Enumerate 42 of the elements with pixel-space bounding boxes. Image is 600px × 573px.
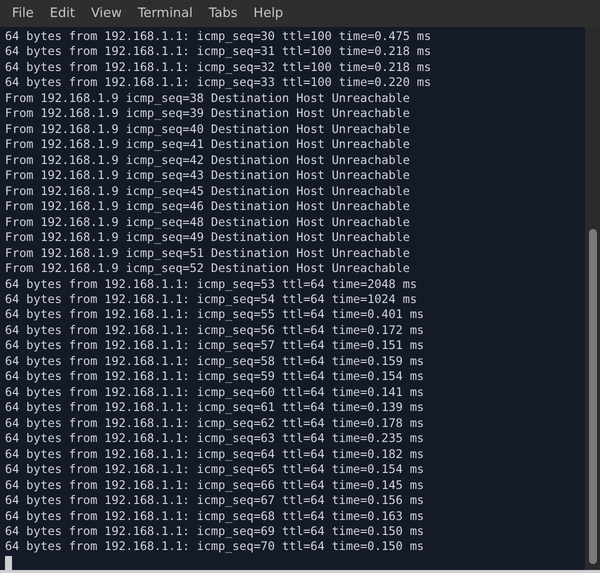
- output-line: 64 bytes from 192.168.1.1: icmp_seq=58 ttl=64 time=0.159 ms: [5, 354, 426, 370]
- output-line: From 192.168.1.9 icmp_seq=42 Destination Host Unreachable: [5, 152, 411, 168]
- output-line: 64 bytes from 192.168.1.1: icmp_seq=68 ttl=64 time=0.163 ms: [5, 508, 426, 524]
- output-line: 64 bytes from 192.168.1.1: icmp_seq=59 ttl=64 time=0.154 ms: [5, 369, 426, 385]
- menu-item[interactable]: Tabs: [200, 0, 246, 27]
- menu-item[interactable]: View: [82, 0, 130, 27]
- output-line: 64 bytes from 192.168.1.1: icmp_seq=61 ttl=64 time=0.139 ms: [5, 400, 426, 416]
- menu-item[interactable]: Help: [246, 0, 292, 27]
- output-line: 64 bytes from 192.168.1.1: icmp_seq=64 ttl=64 time=0.182 ms: [5, 446, 426, 462]
- menu-item[interactable]: Edit: [42, 0, 83, 27]
- output-line: From 192.168.1.9 icmp_seq=49 Destination Host Unreachable: [5, 230, 411, 246]
- output-line: From 192.168.1.9 icmp_seq=38 Destination Host Unreachable: [5, 90, 411, 106]
- output-line: 64 bytes from 192.168.1.1: icmp_seq=57 ttl=64 time=0.151 ms: [5, 338, 426, 354]
- output-line: From 192.168.1.9 icmp_seq=52 Destination Host Unreachable: [5, 261, 411, 276]
- output-line: 64 bytes from 192.168.1.1: icmp_seq=31 ttl=100 time=0.218 ms: [5, 44, 432, 60]
- output-line: 64 bytes from 192.168.1.1: icmp_seq=69 ttl=64 time=0.150 ms: [5, 524, 426, 540]
- output-line: 64 bytes from 192.168.1.1: icmp_seq=30 ttl=100 time=0.475 ms: [5, 29, 432, 44]
- menu-item[interactable]: Terminal: [130, 0, 201, 27]
- output-line: 64 bytes from 192.168.1.1: icmp_seq=54 ttl=64 time=1024 ms: [5, 292, 418, 308]
- output-line: 64 bytes from 192.168.1.1: icmp_seq=56 ttl=64 time=0.172 ms: [5, 322, 426, 338]
- output-line: 64 bytes from 192.168.1.1: icmp_seq=60 ttl=64 time=0.141 ms: [5, 384, 426, 400]
- output-line: From 192.168.1.9 icmp_seq=51 Destination Host Unreachable: [5, 246, 411, 262]
- output-line: 64 bytes from 192.168.1.1: icmp_seq=53 ttl=64 time=2048 ms: [5, 276, 418, 292]
- output-line: 64 bytes from 192.168.1.1: icmp_seq=32 ttl=100 time=0.218 ms: [5, 60, 432, 76]
- output-line: 64 bytes from 192.168.1.1: icmp_seq=62 ttl=64 time=0.178 ms: [5, 416, 426, 432]
- output-line: 64 bytes from 192.168.1.1: icmp_seq=70 ttl=64 time=0.150 ms: [5, 539, 426, 555]
- output-line: From 192.168.1.9 icmp_seq=39 Destination Host Unreachable: [5, 106, 411, 122]
- output-line: From 192.168.1.9 icmp_seq=41 Destination Host Unreachable: [5, 137, 411, 153]
- output-line: 64 bytes from 192.168.1.1: icmp_seq=33 ttl=100 time=0.220 ms: [5, 75, 432, 91]
- output-line: 64 bytes from 192.168.1.1: icmp_seq=67 ttl=64 time=0.156 ms: [5, 493, 426, 509]
- output-line: 64 bytes from 192.168.1.1: icmp_seq=63 ttl=64 time=0.235 ms: [5, 431, 426, 447]
- cursor: [5, 556, 12, 570]
- output-line: 64 bytes from 192.168.1.1: icmp_seq=66 ttl=64 time=0.145 ms: [5, 478, 426, 494]
- menu-item[interactable]: File: [4, 0, 42, 27]
- output-line: From 192.168.1.9 icmp_seq=45 Destination Host Unreachable: [5, 184, 411, 200]
- output-line: From 192.168.1.9 icmp_seq=46 Destination Host Unreachable: [5, 199, 411, 215]
- output-line: From 192.168.1.9 icmp_seq=40 Destination Host Unreachable: [5, 122, 411, 138]
- output-line: 64 bytes from 192.168.1.1: icmp_seq=55 ttl=64 time=0.401 ms: [5, 307, 426, 323]
- output-line: 64 bytes from 192.168.1.1: icmp_seq=65 ttl=64 time=0.154 ms: [5, 462, 426, 478]
- output-line: From 192.168.1.9 icmp_seq=48 Destination Host Unreachable: [5, 214, 411, 230]
- scrollbar-thumb[interactable]: [589, 229, 597, 564]
- output-line: From 192.168.1.9 icmp_seq=43 Destination Host Unreachable: [5, 168, 411, 184]
